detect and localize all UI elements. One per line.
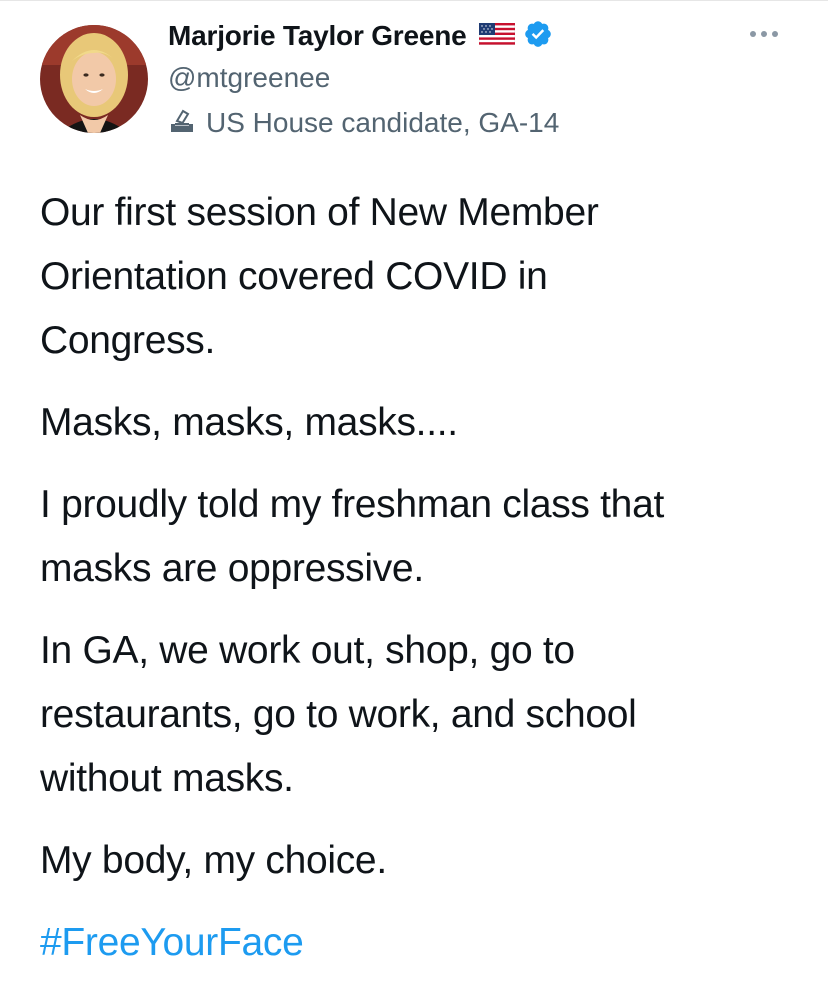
handle[interactable]: @mtgreenee xyxy=(168,58,559,98)
display-name[interactable]: Marjorie Taylor Greene xyxy=(168,20,467,52)
tweet-line: Masks, masks, masks.... xyxy=(40,401,458,444)
tweet-line: restaurants, go to work, and school xyxy=(40,693,637,736)
tweet-paragraph: #FreeYourFace xyxy=(40,911,800,975)
name-row: Marjorie Taylor Greene xyxy=(168,14,559,58)
tweet-paragraph: In GA, we work out, shop, go to restaura… xyxy=(40,619,800,811)
tweet-line: Our first session of New Member xyxy=(40,191,599,234)
tweet-line: Congress. xyxy=(40,319,216,362)
tweet-paragraph: My body, my choice. xyxy=(40,829,800,893)
verified-badge-icon xyxy=(523,19,553,54)
tweet-line: In GA, we work out, shop, go to xyxy=(40,629,575,672)
us-flag-icon xyxy=(478,22,515,50)
tweet-line: Orientation covered COVID in xyxy=(40,255,548,298)
tweet-paragraph: Our first session of New Member Orientat… xyxy=(40,181,800,373)
tweet-paragraph: Masks, masks, masks.... xyxy=(40,391,800,455)
tweet-line: I proudly told my freshman class that xyxy=(40,483,665,526)
ballot-box-icon xyxy=(168,107,196,140)
user-info: Marjorie Taylor Greene @mtgreenee US Hou… xyxy=(168,14,559,144)
more-options-button[interactable] xyxy=(744,22,784,46)
affiliation-label: US House candidate, GA-14 xyxy=(168,102,559,144)
affiliation-text: US House candidate, GA-14 xyxy=(206,107,560,138)
tweet-line: My body, my choice. xyxy=(40,839,387,882)
hashtag-link[interactable]: #FreeYourFace xyxy=(40,921,304,964)
tweet-body: Our first session of New Member Orientat… xyxy=(40,181,800,993)
tweet-line: masks are oppressive. xyxy=(40,547,424,590)
more-options-icon xyxy=(749,25,779,43)
top-divider xyxy=(0,0,828,1)
tweet-line: without masks. xyxy=(40,757,294,800)
tweet-paragraph: I proudly told my freshman class that ma… xyxy=(40,473,800,601)
avatar[interactable] xyxy=(40,25,148,133)
